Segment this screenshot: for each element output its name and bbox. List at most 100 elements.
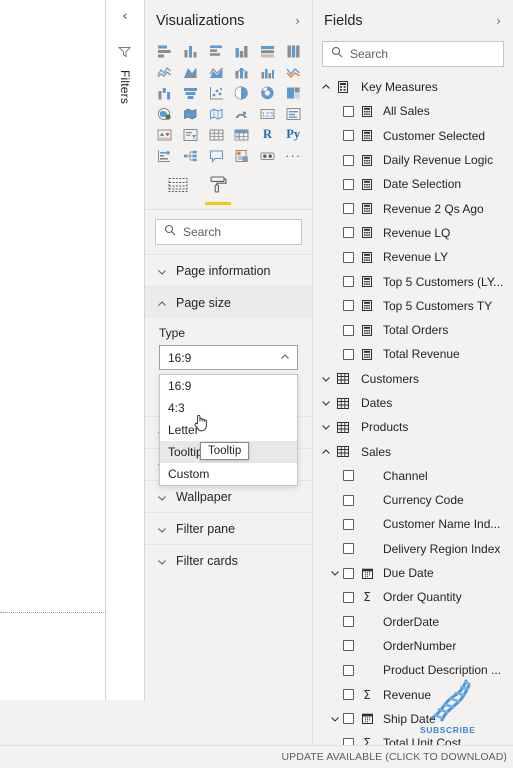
field-checkbox[interactable] xyxy=(343,178,354,190)
fields-build-tab[interactable] xyxy=(165,177,191,205)
dropdown-option-4-3[interactable]: 4:3 xyxy=(160,397,297,419)
fields-measure-customer-selected[interactable]: Customer Selected xyxy=(313,124,513,148)
viz-icon-line-stacked-column-chart[interactable] xyxy=(229,62,255,81)
fields-measure-revenue[interactable]: Σ Revenue xyxy=(313,682,513,706)
viz-icon-100-stacked-column-chart[interactable] xyxy=(280,41,306,60)
field-checkbox[interactable] xyxy=(343,737,354,745)
viz-icon-azure-map[interactable] xyxy=(229,104,255,123)
viz-icon-power-apps-visual[interactable] xyxy=(255,146,281,165)
fields-measure-revenue-lq[interactable]: Revenue LQ xyxy=(313,221,513,245)
fields-table-customers[interactable]: Customers xyxy=(313,367,513,391)
viz-icon-pie-chart[interactable] xyxy=(229,83,255,102)
page-size-type-combobox[interactable]: 16:9 xyxy=(159,345,298,370)
section-page-information[interactable]: Page information xyxy=(145,254,312,286)
field-checkbox[interactable] xyxy=(343,664,354,676)
section-filter-pane[interactable]: Filter pane xyxy=(145,512,312,544)
viz-icon-card[interactable]: 123 xyxy=(255,104,281,123)
viz-icon-python-visual[interactable]: Py xyxy=(280,125,306,144)
field-checkbox[interactable] xyxy=(343,251,354,263)
fields-measure-date-selection[interactable]: Date Selection xyxy=(313,172,513,196)
field-checkbox[interactable] xyxy=(343,518,354,530)
viz-icon-table[interactable] xyxy=(203,125,229,144)
field-checkbox[interactable] xyxy=(343,616,354,628)
fields-column-due-date[interactable]: Due Date xyxy=(313,561,513,585)
viz-icon-map[interactable] xyxy=(152,104,178,123)
fields-column-delivery-region-index[interactable]: Delivery Region Index xyxy=(313,537,513,561)
field-checkbox[interactable] xyxy=(343,567,354,579)
fields-measure-top-5-customers-ty[interactable]: Top 5 Customers TY xyxy=(313,294,513,318)
chevron-down-icon[interactable] xyxy=(327,714,343,724)
field-checkbox[interactable] xyxy=(343,276,354,288)
format-search-input[interactable]: Search xyxy=(155,219,302,245)
fields-measure-total-unit-cost[interactable]: Σ Total Unit Cost xyxy=(313,731,513,745)
fields-table-key-measures[interactable]: Key Measures xyxy=(313,75,513,99)
fields-measure-all-sales[interactable]: All Sales xyxy=(313,99,513,123)
field-checkbox[interactable] xyxy=(343,591,354,603)
viz-icon-more-options[interactable]: ··· xyxy=(280,146,306,165)
viz-icon-donut-chart[interactable] xyxy=(255,83,281,102)
viz-icon-key-influencers[interactable] xyxy=(152,146,178,165)
fields-measure-daily-revenue-logic[interactable]: Daily Revenue Logic xyxy=(313,148,513,172)
viz-icon-area-chart[interactable] xyxy=(178,62,204,81)
fields-measure-order-quantity[interactable]: Σ Order Quantity xyxy=(313,585,513,609)
viz-icon-funnel-chart[interactable] xyxy=(178,83,204,102)
chevron-up-icon[interactable] xyxy=(318,447,334,457)
fields-tree[interactable]: Key Measures All Sales Customer Selected… xyxy=(313,73,513,745)
viz-icon-slicer[interactable] xyxy=(178,125,204,144)
section-page-size[interactable]: Page size xyxy=(145,286,312,318)
format-tab[interactable] xyxy=(205,176,231,205)
collapse-chevron-icon[interactable]: ‹ xyxy=(122,10,127,23)
fields-measure-top-5-customers-ly[interactable]: Top 5 Customers (LY... xyxy=(313,269,513,293)
field-checkbox[interactable] xyxy=(343,470,354,482)
fields-column-ship-date[interactable]: Ship Date xyxy=(313,707,513,731)
viz-icon-stacked-column-chart[interactable] xyxy=(178,41,204,60)
fields-column-channel[interactable]: Channel xyxy=(313,464,513,488)
viz-icon-ribbon-chart[interactable] xyxy=(280,62,306,81)
section-filter-cards[interactable]: Filter cards xyxy=(145,544,312,576)
dropdown-option-16-9[interactable]: 16:9 xyxy=(160,375,297,397)
viz-icon-kpi[interactable] xyxy=(152,125,178,144)
fields-table-sales[interactable]: Sales xyxy=(313,439,513,463)
field-checkbox[interactable] xyxy=(343,154,354,166)
expand-chevron-icon[interactable]: › xyxy=(293,14,302,28)
fields-column-orderdate[interactable]: OrderDate xyxy=(313,610,513,634)
field-checkbox[interactable] xyxy=(343,105,354,117)
fields-measure-total-orders[interactable]: Total Orders xyxy=(313,318,513,342)
visualizations-pane-tabs[interactable] xyxy=(145,169,312,205)
fields-search-input[interactable]: Search xyxy=(322,41,504,67)
field-checkbox[interactable] xyxy=(343,227,354,239)
chevron-down-icon[interactable] xyxy=(327,568,343,578)
page-size-type-dropdown[interactable]: 16:9 4:3 Letter Tooltip Custom xyxy=(159,374,298,486)
chevron-down-icon[interactable] xyxy=(318,374,334,384)
viz-icon-scatter-chart[interactable] xyxy=(203,83,229,102)
update-available-link[interactable]: UPDATE AVAILABLE (CLICK TO DOWNLOAD) xyxy=(281,751,507,763)
field-checkbox[interactable] xyxy=(343,324,354,336)
chevron-down-icon[interactable] xyxy=(318,422,334,432)
dropdown-option-custom[interactable]: Custom xyxy=(160,463,297,485)
viz-icon-line-clustered-column-chart[interactable] xyxy=(255,62,281,81)
filters-pane-collapsed[interactable]: ‹ Filters xyxy=(106,0,145,745)
viz-icon-line-chart[interactable] xyxy=(152,62,178,81)
chevron-down-icon[interactable] xyxy=(318,398,334,408)
field-checkbox[interactable] xyxy=(343,130,354,142)
viz-icon-stacked-bar-chart[interactable] xyxy=(152,41,178,60)
field-checkbox[interactable] xyxy=(343,689,354,701)
fields-column-product-description[interactable]: Product Description ... xyxy=(313,658,513,682)
viz-icon-smart-narrative[interactable] xyxy=(203,146,229,165)
chevron-up-icon[interactable] xyxy=(318,82,334,92)
viz-icon-100-stacked-bar-chart[interactable] xyxy=(255,41,281,60)
expand-chevron-icon[interactable]: › xyxy=(494,14,503,28)
viz-icon-r-visual[interactable]: R xyxy=(255,125,281,144)
viz-icon-matrix[interactable] xyxy=(229,125,255,144)
viz-icon-treemap[interactable] xyxy=(280,83,306,102)
fields-column-ordernumber[interactable]: OrderNumber xyxy=(313,634,513,658)
viz-icon-paginated-report[interactable] xyxy=(229,146,255,165)
field-checkbox[interactable] xyxy=(343,713,354,725)
fields-column-currency-code[interactable]: Currency Code xyxy=(313,488,513,512)
dropdown-option-letter[interactable]: Letter xyxy=(160,419,297,441)
fields-table-products[interactable]: Products xyxy=(313,415,513,439)
viz-icon-waterfall-chart[interactable] xyxy=(152,83,178,102)
viz-icon-filled-map[interactable] xyxy=(178,104,204,123)
viz-icon-clustered-bar-chart[interactable] xyxy=(203,41,229,60)
fields-measure-total-revenue[interactable]: Total Revenue xyxy=(313,342,513,366)
